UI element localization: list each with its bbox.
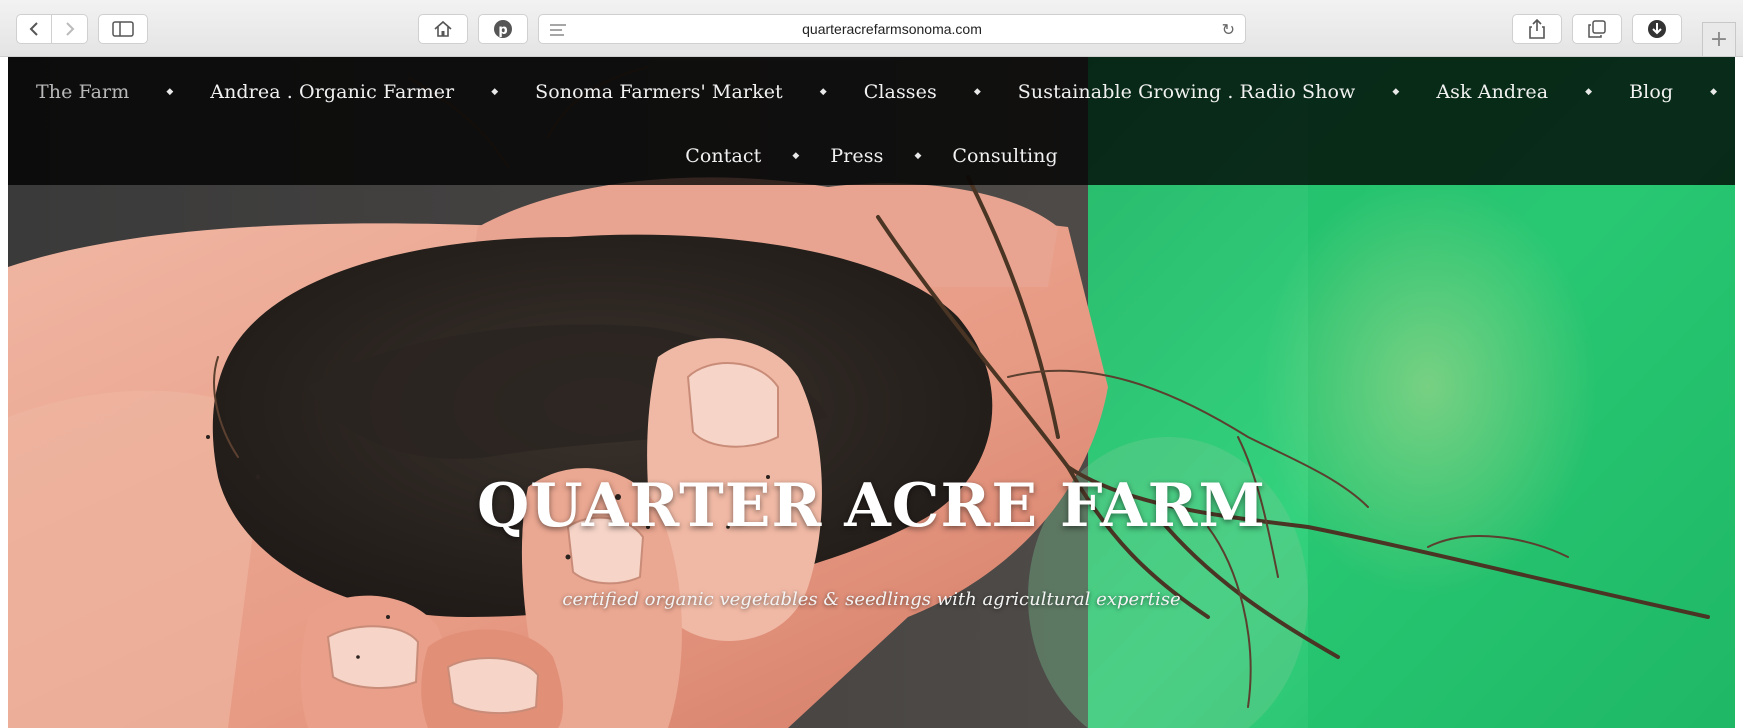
nav-link-classes[interactable]: Classes <box>864 81 937 103</box>
url-text[interactable]: quarteracrefarmsonoma.com <box>539 15 1245 43</box>
forward-button[interactable] <box>52 14 88 44</box>
pinterest-icon: p <box>494 20 512 38</box>
forward-icon <box>65 22 74 36</box>
tabs-button[interactable] <box>1572 14 1622 44</box>
nav-separator: ◆ <box>491 87 499 97</box>
nav-separator: ◆ <box>166 87 174 97</box>
nav-separator: ◆ <box>1392 87 1400 97</box>
nav-link-andrea-organic-farmer[interactable]: Andrea . Organic Farmer <box>210 81 454 103</box>
site-title: QUARTER ACRE FARM <box>477 471 1266 541</box>
svg-text:p: p <box>498 23 507 38</box>
nav-separator: ◆ <box>1710 87 1718 97</box>
nav-link-the-farm[interactable]: The Farm <box>36 81 129 103</box>
nav-separator: ◆ <box>914 151 922 161</box>
sidebar-button[interactable] <box>98 14 148 44</box>
nav-row-2: Contact ◆ Press ◆ Consulting <box>8 141 1735 171</box>
nav-link-blog[interactable]: Blog <box>1629 81 1673 103</box>
nav-link-consulting[interactable]: Consulting <box>952 145 1057 167</box>
nav-link-contact[interactable]: Contact <box>685 145 761 167</box>
reload-icon[interactable]: ↻ <box>1222 20 1235 39</box>
nav-row-1: The Farm ◆ Andrea . Organic Farmer ◆ Son… <box>8 77 1735 107</box>
nav-separator: ◆ <box>973 87 981 97</box>
nav-link-sonoma-farmers-market[interactable]: Sonoma Farmers' Market <box>535 81 783 103</box>
nav-separator: ◆ <box>1585 87 1593 97</box>
nav-link-ask-andrea[interactable]: Ask Andrea <box>1436 81 1548 103</box>
downloads-button[interactable] <box>1632 14 1682 44</box>
nav-separator: ◆ <box>819 87 827 97</box>
share-icon <box>1529 19 1545 39</box>
home-icon <box>434 20 452 37</box>
browser-toolbar: p quarteracrefarmsonoma.com ↻ + <box>0 0 1743 57</box>
nav-link-press[interactable]: Press <box>830 145 883 167</box>
back-icon <box>29 22 38 36</box>
nav-separator: ◆ <box>792 151 800 161</box>
download-icon <box>1648 20 1666 38</box>
address-bar[interactable]: quarteracrefarmsonoma.com ↻ <box>538 14 1246 44</box>
site-tagline: certified organic vegetables & seedlings… <box>562 589 1181 610</box>
new-tab-button[interactable]: + <box>1702 22 1736 56</box>
tabs-icon <box>1588 20 1606 38</box>
back-button[interactable] <box>16 14 52 44</box>
nav-link-radio-show[interactable]: Sustainable Growing . Radio Show <box>1018 81 1356 103</box>
pinterest-button[interactable]: p <box>478 14 528 44</box>
share-button[interactable] <box>1512 14 1562 44</box>
home-button[interactable] <box>418 14 468 44</box>
main-navigation: The Farm ◆ Andrea . Organic Farmer ◆ Son… <box>8 57 1735 185</box>
web-page: The Farm ◆ Andrea . Organic Farmer ◆ Son… <box>8 57 1735 728</box>
sidebar-icon <box>112 21 134 37</box>
